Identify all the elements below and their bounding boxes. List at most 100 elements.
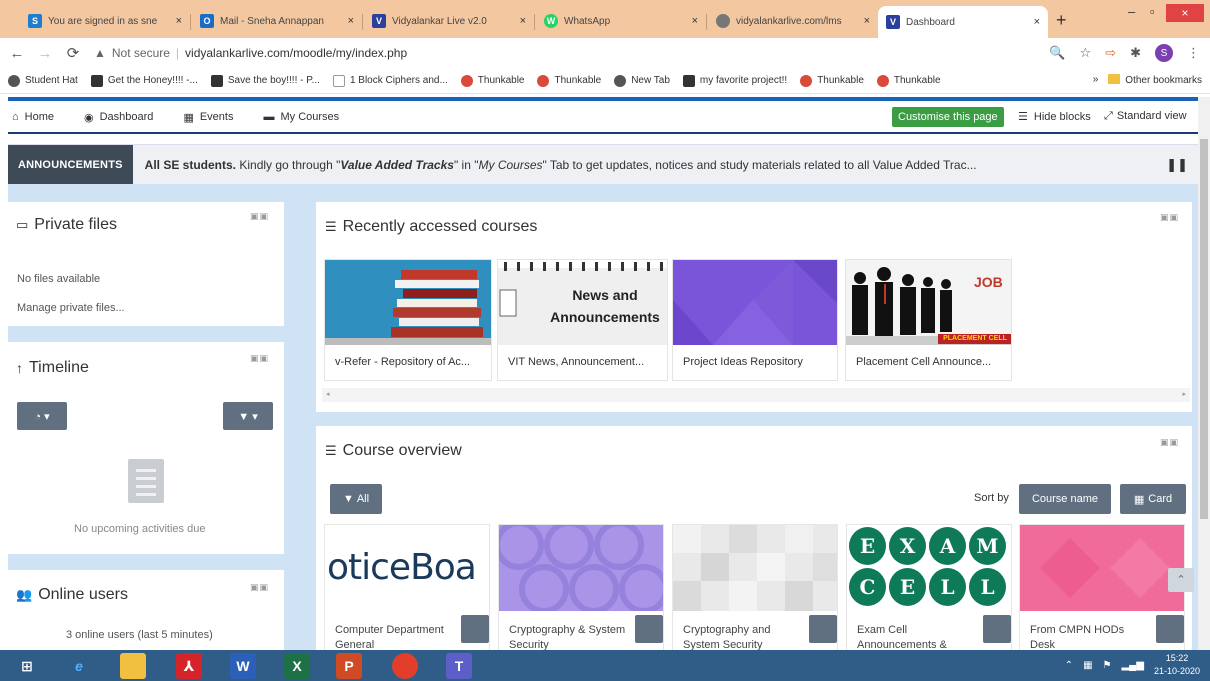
bookmark-item[interactable]: Thunkable bbox=[876, 74, 941, 87]
bookmark-item[interactable]: New Tab bbox=[614, 74, 670, 87]
block-controls-icon[interactable]: ▣▣ bbox=[250, 582, 269, 593]
recent-course-card[interactable]: JOB PLACEMENT CELL Placement Cell Announ… bbox=[845, 259, 1012, 381]
tab-favicon-icon: V bbox=[372, 14, 386, 28]
bookmark-item[interactable]: 1 Block Ciphers and... bbox=[332, 74, 448, 87]
maximize-icon[interactable]: ▫ bbox=[1150, 4, 1155, 19]
zoom-icon[interactable]: 🔍 bbox=[1049, 45, 1065, 61]
nav-home[interactable]: ⌂ Home bbox=[12, 111, 54, 123]
extension-icon[interactable]: ⇨ bbox=[1105, 45, 1116, 61]
reload-icon[interactable]: ⟳ bbox=[62, 44, 84, 62]
course-card[interactable]: Cryptography and System Security bbox=[672, 524, 838, 654]
browser-tab[interactable]: O Mail - Sneha Annappan × bbox=[192, 6, 362, 36]
block-controls-icon[interactable]: ▣▣ bbox=[1160, 212, 1179, 223]
block-controls-icon[interactable]: ▣▣ bbox=[250, 211, 269, 222]
tray-arrow-icon[interactable]: ⌃ bbox=[1065, 660, 1073, 671]
powerpoint-icon[interactable]: P bbox=[336, 653, 362, 679]
browser-tab-active[interactable]: V Dashboard × bbox=[878, 6, 1048, 38]
chrome-icon[interactable] bbox=[392, 653, 418, 679]
close-tab-icon[interactable]: × bbox=[176, 15, 182, 27]
course-card[interactable]: oticeBoa Computer Department General bbox=[324, 524, 490, 654]
internet-explorer-icon[interactable]: e bbox=[66, 653, 92, 679]
flag-icon[interactable]: ⚑ bbox=[1103, 660, 1112, 671]
vertical-scrollbar[interactable] bbox=[1198, 97, 1210, 650]
word-icon[interactable]: W bbox=[230, 653, 256, 679]
forward-arrow-icon[interactable]: → bbox=[34, 45, 56, 62]
new-tab-button[interactable]: + bbox=[1056, 10, 1067, 31]
browser-tab[interactable]: W WhatsApp × bbox=[536, 6, 706, 36]
bookmark-item[interactable]: Thunkable bbox=[800, 74, 864, 87]
filter-all-button[interactable]: ▼ All bbox=[330, 484, 382, 514]
no-files-text: No files available bbox=[17, 273, 101, 285]
nav-events[interactable]: ▦ Events bbox=[183, 111, 233, 124]
scroll-right-icon[interactable]: ▸ bbox=[1182, 390, 1186, 398]
url-text[interactable]: vidyalankarlive.com/moodle/my/index.php bbox=[185, 46, 407, 60]
course-menu-button[interactable] bbox=[1156, 615, 1184, 643]
kebab-menu-icon[interactable]: ⋮ bbox=[1187, 45, 1200, 61]
browser-tab[interactable]: S You are signed in as sne × bbox=[20, 6, 190, 36]
exam-cell-letter: E bbox=[889, 568, 926, 606]
nav-dashboard[interactable]: ◉ Dashboard bbox=[84, 111, 153, 124]
course-menu-button[interactable] bbox=[809, 615, 837, 643]
bookmark-item[interactable]: my favorite project!! bbox=[682, 74, 787, 87]
timeline-date-filter-button[interactable]: ◔ ▾ bbox=[17, 402, 67, 430]
course-card[interactable]: Cryptography & System Security bbox=[498, 524, 664, 654]
private-files-title: ▭ Private files bbox=[16, 216, 117, 234]
teams-icon[interactable]: T bbox=[446, 653, 472, 679]
nav-label: Dashboard bbox=[99, 111, 154, 123]
recent-course-card[interactable]: v-Refer - Repository of Ac... bbox=[324, 259, 492, 381]
close-tab-icon[interactable]: × bbox=[864, 15, 870, 27]
browser-tab[interactable]: vidyalankarlive.com/lms × bbox=[708, 6, 878, 36]
sort-course-name-button[interactable]: Course name bbox=[1019, 484, 1111, 514]
back-arrow-icon[interactable]: ← bbox=[6, 45, 28, 62]
course-card[interactable]: EXAMCELL Exam Cell Announcements & bbox=[846, 524, 1012, 654]
omnibox[interactable]: ▲ Not secure | vidyalankarlive.com/moodl… bbox=[94, 46, 407, 60]
nav-my-courses[interactable]: ▬ My Courses bbox=[263, 111, 339, 123]
view-card-button[interactable]: ▦ Card bbox=[1120, 484, 1186, 514]
customise-page-button[interactable]: Customise this page bbox=[892, 107, 1004, 127]
exam-cell-letter: A bbox=[929, 527, 966, 565]
signal-icon[interactable]: ▂▄▆ bbox=[1121, 660, 1143, 671]
recent-course-card[interactable]: News and Announcements VIT News, Announc… bbox=[497, 259, 668, 381]
other-bookmarks-button[interactable]: Other bookmarks bbox=[1108, 74, 1202, 86]
browser-tab[interactable]: V Vidyalankar Live v2.0 × bbox=[364, 6, 534, 36]
bookmark-item[interactable]: Save the boy!!!! - P... bbox=[210, 74, 320, 87]
course-menu-button[interactable] bbox=[635, 615, 663, 643]
window-close-button[interactable]: × bbox=[1166, 4, 1204, 22]
bookmark-item[interactable]: Thunkable bbox=[537, 74, 601, 87]
bookmarks-overflow-button[interactable]: » bbox=[1093, 74, 1099, 86]
announcement-text[interactable]: All SE students. Kindly go through "Valu… bbox=[145, 158, 977, 172]
bookmark-item[interactable]: Get the Honey!!!! -... bbox=[90, 74, 198, 87]
puzzle-icon[interactable]: ✱ bbox=[1130, 45, 1141, 61]
bookmark-item[interactable]: Student Hat bbox=[8, 74, 78, 87]
network-icon[interactable]: ▦ bbox=[1083, 660, 1092, 671]
course-card[interactable]: From CMPN HODs Desk bbox=[1019, 524, 1185, 654]
acrobat-icon[interactable]: ⅄ bbox=[176, 653, 202, 679]
hide-blocks-button[interactable]: ☰ Hide blocks bbox=[1018, 110, 1091, 124]
close-tab-icon[interactable]: × bbox=[348, 15, 354, 27]
timeline-sort-filter-button[interactable]: ▼ ▾ bbox=[223, 402, 273, 430]
windows-start-icon[interactable]: ⊞ bbox=[14, 653, 40, 679]
close-tab-icon[interactable]: × bbox=[520, 15, 526, 27]
moodle-nav: ⌂ Home ◉ Dashboard ▦ Events ▬ My Courses Cus… bbox=[8, 101, 1198, 133]
profile-avatar[interactable]: S bbox=[1155, 44, 1173, 62]
pause-icon[interactable]: ❚❚ bbox=[1166, 157, 1188, 173]
close-tab-icon[interactable]: × bbox=[692, 15, 698, 27]
block-controls-icon[interactable]: ▣▣ bbox=[250, 353, 269, 364]
block-controls-icon[interactable]: ▣▣ bbox=[1160, 437, 1179, 448]
file-explorer-icon[interactable] bbox=[120, 653, 146, 679]
scrollbar-thumb[interactable] bbox=[1200, 139, 1208, 519]
minimize-icon[interactable]: – bbox=[1128, 4, 1135, 19]
close-tab-icon[interactable]: × bbox=[1034, 16, 1040, 28]
manage-files-link[interactable]: Manage private files... bbox=[17, 302, 125, 314]
standard-view-button[interactable]: ⤢ Standard view bbox=[1104, 110, 1187, 123]
excel-icon[interactable]: X bbox=[284, 653, 310, 679]
recent-course-card[interactable]: Project Ideas Repository bbox=[672, 259, 838, 381]
horizontal-scrollbar[interactable]: ◂ ▸ bbox=[322, 388, 1190, 402]
scroll-left-icon[interactable]: ◂ bbox=[326, 390, 330, 398]
course-menu-button[interactable] bbox=[983, 615, 1011, 643]
course-menu-button[interactable] bbox=[461, 615, 489, 643]
bookmark-item[interactable]: Thunkable bbox=[460, 74, 524, 87]
scroll-to-top-button[interactable]: ⌃ bbox=[1168, 568, 1194, 592]
bookmark-star-icon[interactable]: ☆ bbox=[1080, 45, 1092, 61]
taskbar-clock[interactable]: 15:22 21-10-2020 bbox=[1154, 652, 1200, 678]
